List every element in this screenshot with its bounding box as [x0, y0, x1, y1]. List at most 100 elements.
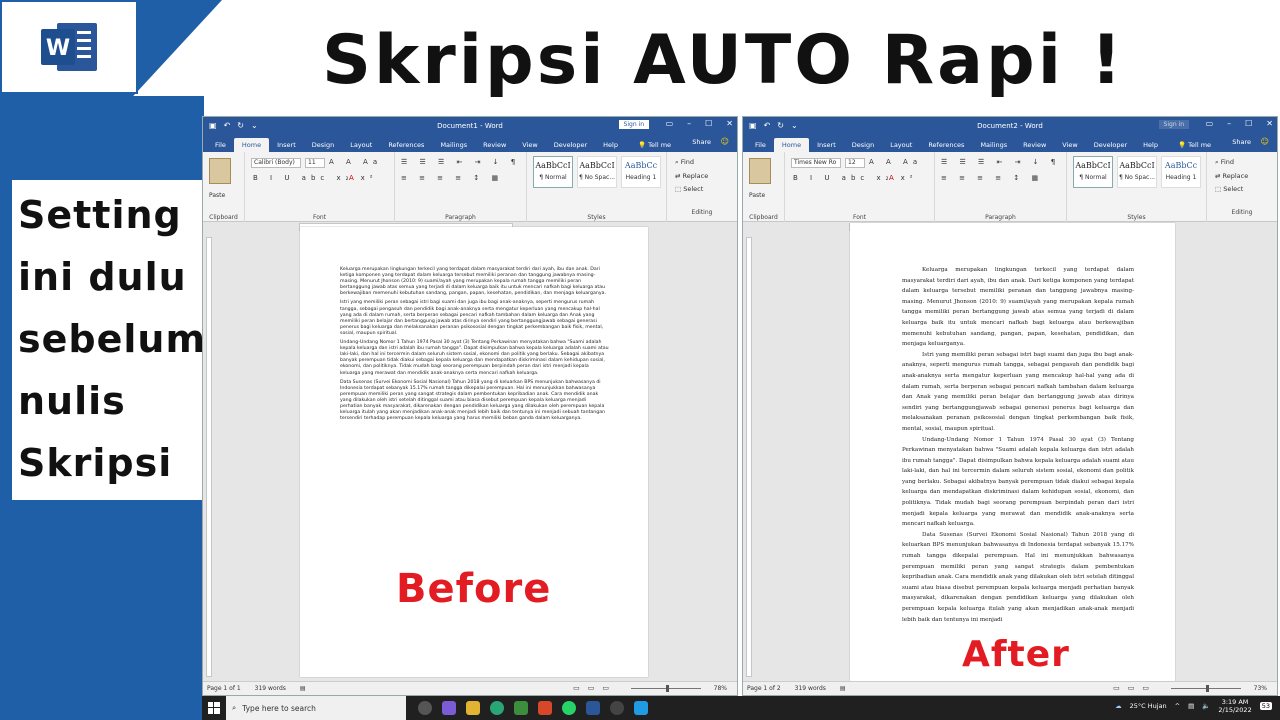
share-button[interactable]: Share — [692, 138, 711, 146]
vertical-ruler[interactable] — [746, 237, 752, 677]
zoom-level[interactable]: 73% — [1254, 685, 1267, 692]
word-count[interactable]: 319 words — [255, 685, 286, 692]
tell-me-box[interactable]: 💡 Tell me — [630, 138, 679, 152]
proofing-icon[interactable]: ▤ — [840, 685, 846, 692]
tab-view[interactable]: View — [1054, 138, 1085, 152]
document-page[interactable]: Keluarga merupakan lingkungan terkecil y… — [850, 223, 1175, 683]
view-icons[interactable]: ▭▭▭ — [573, 684, 617, 692]
tab-layout[interactable]: Layout — [342, 138, 380, 152]
replace-button[interactable]: ⇄ Replace — [1215, 172, 1277, 180]
style-no-spacing[interactable]: AaBbCcI ¶ No Spac... — [577, 156, 617, 188]
paste-icon[interactable] — [209, 158, 231, 184]
ribbon-display-icon[interactable]: ▭ — [1206, 119, 1214, 128]
teams-icon[interactable] — [442, 701, 456, 715]
edge-icon[interactable] — [490, 701, 504, 715]
tab-design[interactable]: Design — [844, 138, 882, 152]
document-body[interactable]: Keluarga merupakan lingkungan terkecil y… — [902, 265, 1134, 625]
tab-references[interactable]: References — [380, 138, 432, 152]
tray-chevron-icon[interactable]: ^ — [1175, 702, 1180, 710]
ribbon-display-icon[interactable]: ▭ — [666, 119, 674, 128]
task-view-icon[interactable] — [418, 701, 432, 715]
tab-home[interactable]: Home — [233, 138, 270, 152]
feedback-smile-icon[interactable]: ☺ — [1261, 137, 1269, 146]
tab-developer[interactable]: Developer — [1086, 138, 1135, 152]
page-count[interactable]: Page 1 of 1 — [207, 685, 241, 692]
chrome-icon[interactable] — [634, 701, 648, 715]
sign-in-button[interactable]: Sign in — [618, 120, 649, 129]
list-icons[interactable]: ☰ ☰ ☰ ⇤ ⇥ ↓ ¶ — [941, 158, 1060, 166]
font-color-icon[interactable]: A — [889, 174, 899, 182]
volume-icon[interactable]: 🔈 — [1202, 702, 1210, 710]
maximize-icon[interactable]: ☐ — [1245, 119, 1252, 128]
weather-text[interactable]: 25°C Hujan — [1130, 702, 1167, 710]
tab-review[interactable]: Review — [1015, 138, 1054, 152]
feedback-smile-icon[interactable]: ☺ — [721, 137, 729, 146]
style-normal[interactable]: AaBbCcI ¶ Normal — [1073, 156, 1113, 188]
word-count[interactable]: 319 words — [795, 685, 826, 692]
font-size-box[interactable]: 11 — [305, 158, 325, 168]
share-button[interactable]: Share — [1232, 138, 1251, 146]
minimize-icon[interactable]: – — [1227, 119, 1231, 128]
replace-button[interactable]: ⇄ Replace — [675, 172, 737, 180]
windows-start-icon[interactable] — [202, 696, 226, 720]
tab-design[interactable]: Design — [304, 138, 342, 152]
tab-home[interactable]: Home — [773, 138, 810, 152]
excel-icon[interactable] — [514, 701, 528, 715]
zoom-level[interactable]: 78% — [714, 685, 727, 692]
align-icons[interactable]: ≡ ≡ ≡ ≡ ↕ ▦ — [941, 174, 1043, 182]
vertical-ruler[interactable] — [206, 237, 212, 677]
tab-file[interactable]: File — [747, 138, 774, 152]
grow-shrink-icons[interactable]: A A Aa — [329, 158, 382, 166]
tab-insert[interactable]: Insert — [809, 138, 844, 152]
close-icon[interactable]: ✕ — [726, 119, 733, 128]
sign-in-button[interactable]: Sign in — [1158, 120, 1189, 129]
font-size-box[interactable]: 12 — [845, 158, 865, 168]
minimize-icon[interactable]: – — [687, 119, 691, 128]
page-count[interactable]: Page 1 of 2 — [747, 685, 781, 692]
tab-mailings[interactable]: Mailings — [972, 138, 1015, 152]
grow-shrink-icons[interactable]: A A Aa — [869, 158, 922, 166]
powerpoint-icon[interactable] — [538, 701, 552, 715]
tab-review[interactable]: Review — [475, 138, 514, 152]
select-button[interactable]: ⬚ Select — [1215, 185, 1277, 193]
tell-me-box[interactable]: 💡 Tell me — [1170, 138, 1219, 152]
style-heading-1[interactable]: AaBbCc Heading 1 — [621, 156, 661, 188]
word-taskbar-icon[interactable] — [586, 701, 600, 715]
network-icon[interactable]: ▤ — [1188, 702, 1194, 710]
proofing-icon[interactable]: ▤ — [300, 685, 306, 692]
tab-layout[interactable]: Layout — [882, 138, 920, 152]
file-explorer-icon[interactable] — [466, 701, 480, 715]
tab-file[interactable]: File — [207, 138, 234, 152]
taskbar-search[interactable]: ⌕ Type here to search — [226, 696, 406, 720]
tab-help[interactable]: Help — [1135, 138, 1166, 152]
find-button[interactable]: ⌕ Find — [675, 158, 737, 167]
zoom-slider-knob[interactable] — [666, 685, 669, 692]
list-icons[interactable]: ☰ ☰ ☰ ⇤ ⇥ ↓ ¶ — [401, 158, 520, 166]
select-button[interactable]: ⬚ Select — [675, 185, 737, 193]
style-heading-1[interactable]: AaBbCc Heading 1 — [1161, 156, 1201, 188]
tab-references[interactable]: References — [920, 138, 972, 152]
zoom-slider-knob[interactable] — [1206, 685, 1209, 692]
find-button[interactable]: ⌕ Find — [1215, 158, 1277, 167]
tab-developer[interactable]: Developer — [546, 138, 595, 152]
tab-insert[interactable]: Insert — [269, 138, 304, 152]
style-no-spacing[interactable]: AaBbCcI ¶ No Spac... — [1117, 156, 1157, 188]
tab-mailings[interactable]: Mailings — [432, 138, 475, 152]
tab-help[interactable]: Help — [595, 138, 626, 152]
document-body[interactable]: Keluarga merupakan lingkungan terkecil y… — [340, 267, 610, 425]
font-format-icons[interactable]: B I U abc x₂ x² — [793, 174, 918, 182]
maximize-icon[interactable]: ☐ — [705, 119, 712, 128]
view-icons[interactable]: ▭▭▭ — [1113, 684, 1157, 692]
whatsapp-icon[interactable] — [562, 701, 576, 715]
close-icon[interactable]: ✕ — [1266, 119, 1273, 128]
notification-count[interactable]: 53 — [1259, 702, 1272, 710]
clock[interactable]: 3:19 AM 2/15/2022 — [1218, 698, 1251, 714]
font-name-box[interactable]: Calibri (Body) — [251, 158, 301, 168]
weather-icon[interactable]: ☁ — [1115, 702, 1122, 710]
font-name-box[interactable]: Times New Ro — [791, 158, 841, 168]
align-icons[interactable]: ≡ ≡ ≡ ≡ ↕ ▦ — [401, 174, 503, 182]
font-color-icon[interactable]: A — [349, 174, 359, 182]
obs-icon[interactable] — [610, 701, 624, 715]
paste-icon[interactable] — [749, 158, 771, 184]
font-format-icons[interactable]: B I U abc x₂ x² — [253, 174, 378, 182]
